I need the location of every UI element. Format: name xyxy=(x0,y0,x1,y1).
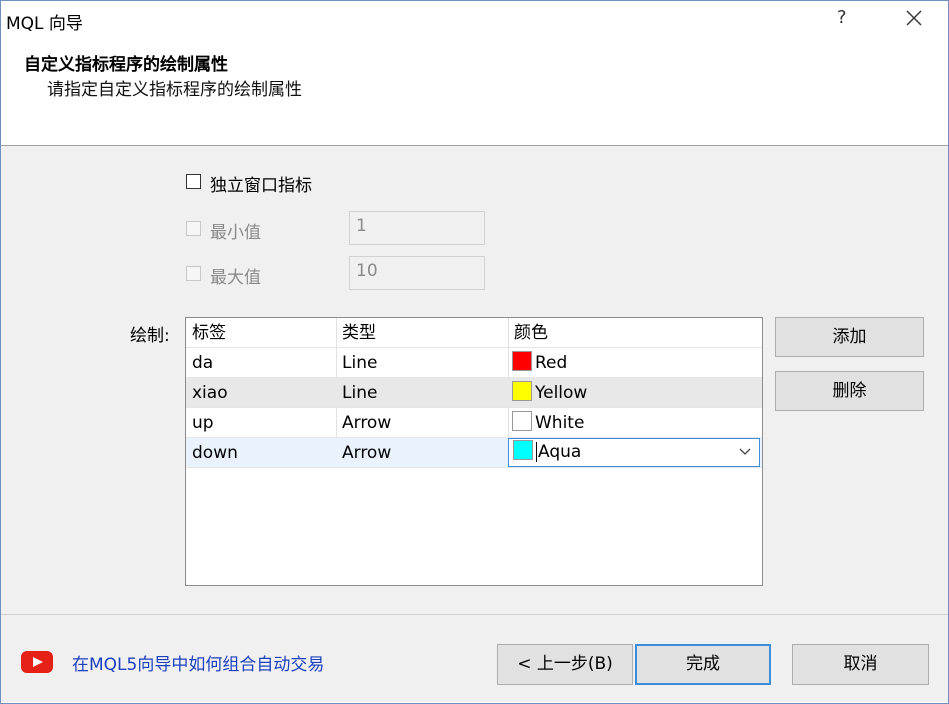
min-value-input[interactable]: 1 xyxy=(349,211,485,245)
row-type: Line xyxy=(342,353,378,373)
color-swatch xyxy=(513,440,533,460)
table-header-row: 标签 类型 颜色 xyxy=(186,318,762,348)
color-swatch xyxy=(512,381,532,401)
column-header-label[interactable]: 标签 xyxy=(186,318,226,348)
color-name: White xyxy=(535,413,585,433)
window-title: MQL 向导 xyxy=(6,14,83,34)
table-row-selected[interactable]: down Arrow Aqua xyxy=(186,438,762,468)
row-color[interactable]: Yellow xyxy=(508,378,587,408)
min-checkbox[interactable] xyxy=(186,221,201,236)
row-type: Arrow xyxy=(342,443,392,463)
color-name: Aqua xyxy=(536,442,582,462)
help-button[interactable]: ? xyxy=(837,7,847,28)
column-header-color[interactable]: 颜色 xyxy=(508,318,548,348)
add-button[interactable]: 添加 xyxy=(775,317,924,357)
plots-table: 标签 类型 颜色 da Line Red xiao Line Yellow up… xyxy=(185,317,763,586)
table-row[interactable]: da Line Red xyxy=(186,348,762,378)
max-label: 最大值 xyxy=(210,268,261,288)
color-name: Yellow xyxy=(535,383,588,403)
close-icon[interactable] xyxy=(903,7,925,29)
max-checkbox[interactable] xyxy=(186,266,201,281)
cancel-button[interactable]: 取消 xyxy=(792,644,929,685)
color-name: Red xyxy=(535,353,568,373)
separate-window-checkbox[interactable] xyxy=(186,174,201,189)
title-bar: MQL 向导 ? xyxy=(1,1,948,37)
color-swatch xyxy=(512,351,532,371)
help-video-link[interactable]: 在MQL5向导中如何组合自动交易 xyxy=(72,650,324,675)
separate-window-label: 独立窗口指标 xyxy=(210,176,312,196)
row-color[interactable]: Red xyxy=(508,348,567,378)
row-type: Arrow xyxy=(342,413,392,433)
color-swatch xyxy=(512,411,532,431)
row-type: Line xyxy=(342,383,378,403)
max-value-input[interactable]: 10 xyxy=(349,256,485,290)
chevron-down-icon[interactable] xyxy=(739,448,751,456)
row-color[interactable]: White xyxy=(508,408,584,438)
youtube-icon[interactable] xyxy=(21,651,53,673)
wizard-header: 自定义指标程序的绘制属性 请指定自定义指标程序的绘制属性 xyxy=(1,37,948,145)
table-row[interactable]: up Arrow White xyxy=(186,408,762,438)
plots-label: 绘制: xyxy=(130,326,170,346)
delete-button[interactable]: 删除 xyxy=(775,371,924,411)
row-label: da xyxy=(192,353,214,373)
page-subtitle: 请指定自定义指标程序的绘制属性 xyxy=(47,80,302,100)
column-header-type[interactable]: 类型 xyxy=(336,318,376,348)
back-button[interactable]: < 上一步(B) xyxy=(497,644,633,685)
page-title: 自定义指标程序的绘制属性 xyxy=(24,55,228,75)
row-label: down xyxy=(192,443,238,463)
table-row[interactable]: xiao Line Yellow xyxy=(186,378,762,408)
row-label: xiao xyxy=(192,383,228,403)
color-dropdown[interactable]: Aqua xyxy=(508,438,760,467)
finish-button[interactable]: 完成 xyxy=(635,644,771,685)
row-label: up xyxy=(192,413,214,433)
min-label: 最小值 xyxy=(210,223,261,243)
